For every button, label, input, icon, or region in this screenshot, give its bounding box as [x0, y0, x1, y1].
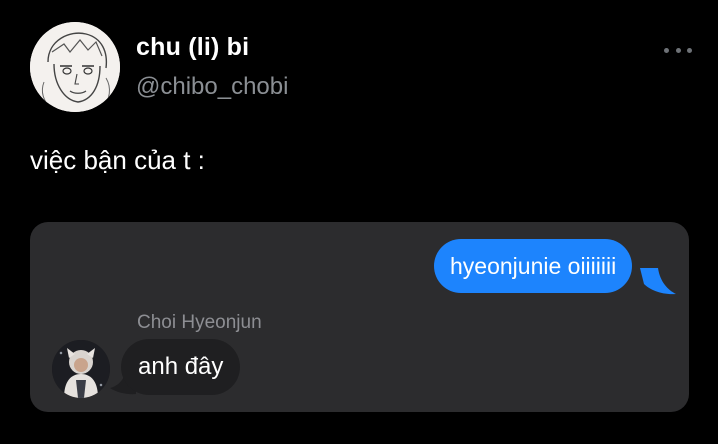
dot-icon — [687, 47, 692, 53]
incoming-message-bubble: anh đây — [121, 339, 241, 395]
author-avatar[interactable] — [30, 22, 120, 112]
sender-avatar — [52, 340, 110, 398]
outgoing-message-bubble: hyeonjunie oiiiiiii — [434, 239, 633, 293]
more-options-icon[interactable] — [664, 44, 692, 56]
author-display-name[interactable]: chu (li) bi — [136, 33, 249, 62]
dot-icon — [664, 47, 669, 53]
tweet-text: việc bận của t : — [30, 145, 205, 175]
sketch-face-avatar-icon — [30, 22, 120, 112]
outgoing-bubble-tail-icon — [640, 268, 676, 295]
profile-photo-avatar-icon — [52, 340, 110, 398]
dot-icon — [675, 47, 681, 53]
sender-name: Choi Hyeonjun — [137, 312, 262, 333]
author-handle[interactable]: @chibo_chobi — [136, 73, 288, 101]
